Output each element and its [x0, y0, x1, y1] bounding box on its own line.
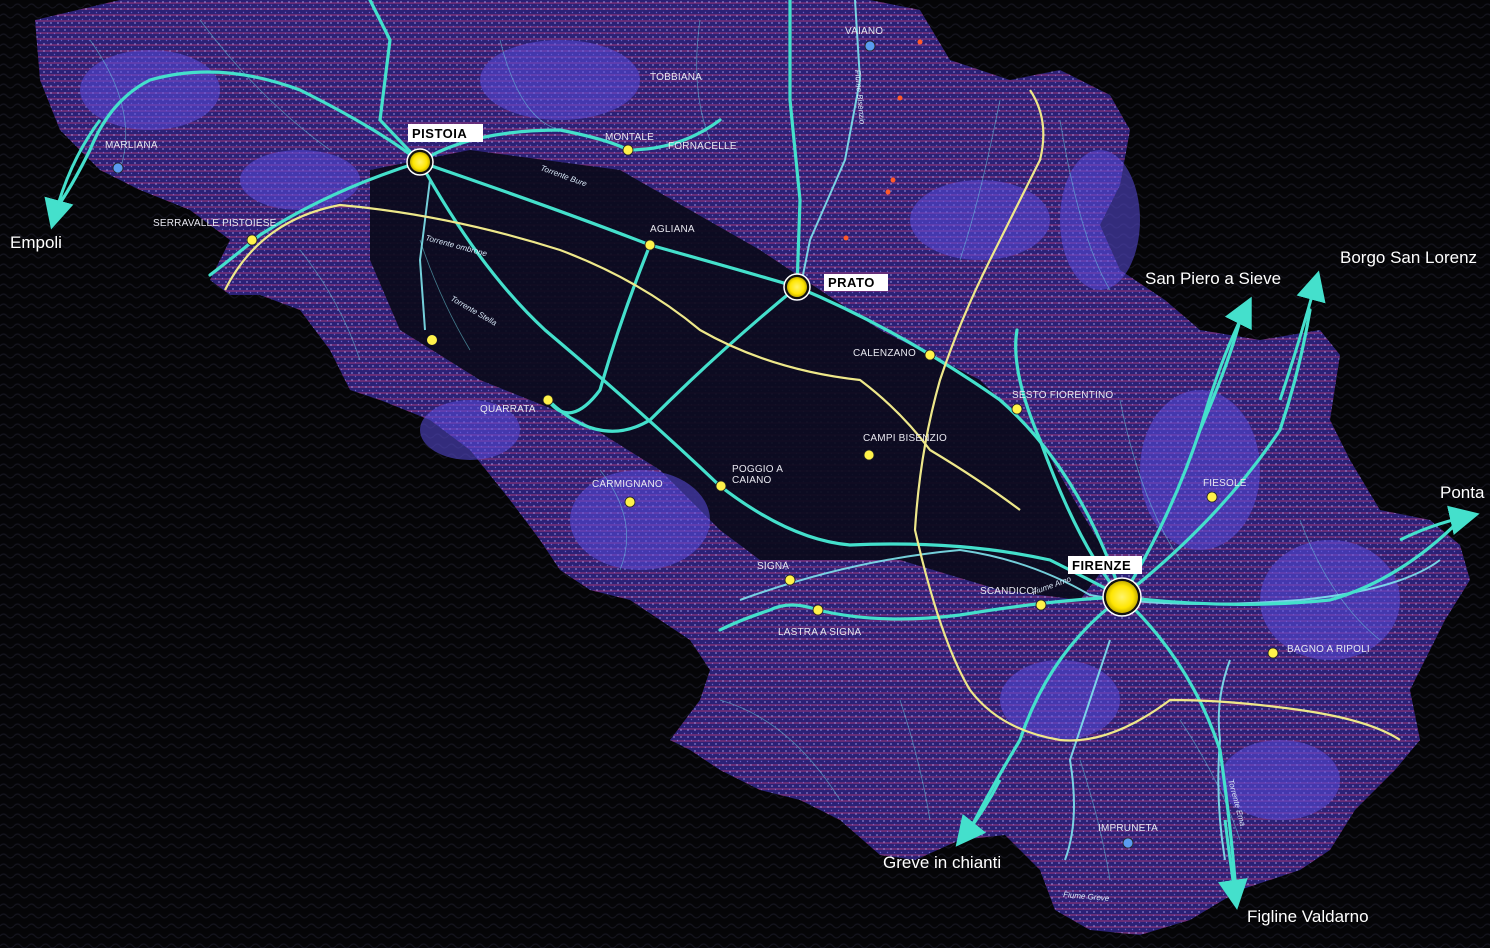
dest-borgo: Borgo San Lorenz [1340, 248, 1477, 267]
dest-san-piero: San Piero a Sieve [1145, 269, 1281, 288]
town-label-fornacelle: FORNACELLE [668, 141, 737, 152]
town-label-montale: MONTALE [605, 132, 654, 143]
city-label-pistoia: PISTOIA [412, 126, 467, 141]
town-dot-vaiano [864, 40, 876, 52]
territorial-map: MONTALE FORNACELLE AGLIANA SERRAVALLE PISTO… [0, 0, 1490, 948]
town-label-calenzano: CALENZANO [853, 348, 916, 359]
city-dot-prato [787, 277, 807, 297]
town-label-signa: SIGNA [757, 561, 789, 572]
point-marker [897, 95, 903, 101]
town-label-scandicci: SCANDICCI [980, 586, 1037, 597]
town-dot-serravalle [246, 234, 258, 246]
point-marker [917, 39, 923, 45]
town-label-marliana: MARLIANA [105, 140, 158, 151]
town-dot-poggio [715, 480, 727, 492]
town-dot-bagno [1267, 647, 1279, 659]
town-dot-quarrata [542, 394, 554, 406]
town-dot-montale [622, 144, 634, 156]
town-dot-unlabeled-0 [427, 335, 437, 345]
town-label-tobbiana: TOBBIANA [650, 72, 702, 83]
city-dot-firenze [1106, 581, 1138, 613]
town-dot-carmignano [624, 496, 636, 508]
town-label-impruneta: IMPRUNETA [1098, 823, 1158, 834]
town-label-sesto: SESTO FIORENTINO [1012, 390, 1113, 401]
town-label-agliana: AGLIANA [650, 224, 695, 235]
dest-greve: Greve in chianti [883, 853, 1001, 872]
city-label-firenze: FIRENZE [1072, 558, 1131, 573]
city-dot-pistoia [410, 152, 430, 172]
town-label-poggio: CAIANO [732, 475, 772, 486]
town-dot-calenzano [924, 349, 936, 361]
town-label-serravalle: SERRAVALLE PISTOIESE [153, 218, 277, 229]
town-label-lastra: LASTRA A SIGNA [778, 627, 862, 638]
town-dot-impruneta [1122, 837, 1134, 849]
dest-figline: Figline Valdarno [1247, 907, 1369, 926]
dest-ponta: Ponta [1440, 483, 1485, 502]
town-label-poggio: POGGIO A [732, 464, 783, 475]
town-dot-lastra [812, 604, 824, 616]
town-dot-fiesole [1206, 491, 1218, 503]
town-label-fiesole: FIESOLE [1203, 478, 1247, 489]
town-label-campi: CAMPI BISENZIO [863, 433, 947, 444]
dest-empoli: Empoli [10, 233, 62, 252]
point-marker [890, 177, 896, 183]
town-label-vaiano: VAIANO [845, 26, 883, 37]
city-label-prato: PRATO [828, 275, 875, 290]
town-dot-sesto [1011, 403, 1023, 415]
town-dot-agliana [644, 239, 656, 251]
point-marker [885, 189, 891, 195]
town-label-bagno: BAGNO A RIPOLI [1287, 644, 1370, 655]
town-label-quarrata: QUARRATA [480, 404, 536, 415]
town-label-carmignano: CARMIGNANO [592, 479, 663, 490]
point-marker [843, 235, 849, 241]
town-dot-campi [863, 449, 875, 461]
town-dot-marliana [112, 162, 124, 174]
town-dot-signa [784, 574, 796, 586]
town-dot-scandicci [1035, 599, 1047, 611]
